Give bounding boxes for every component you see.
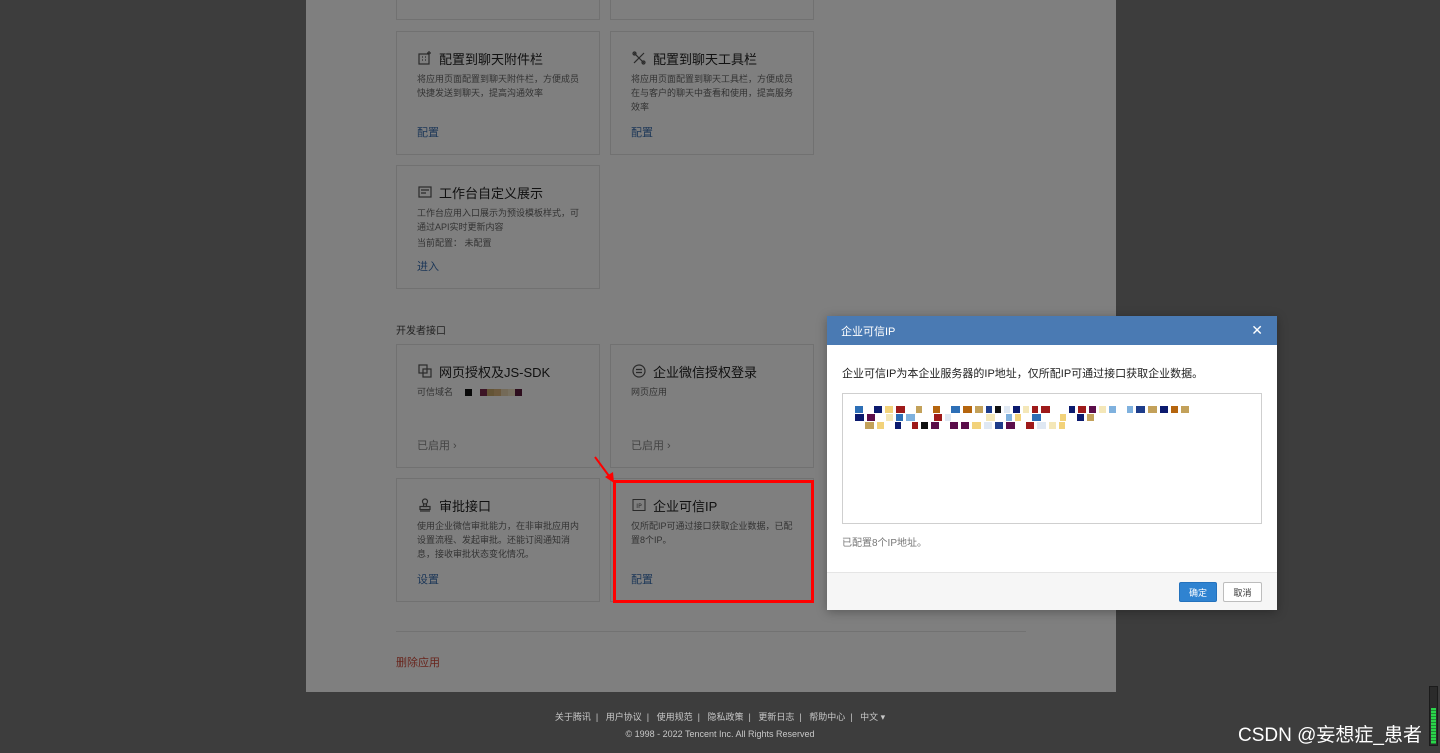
redaction-block — [877, 422, 884, 429]
redaction-block — [921, 422, 928, 429]
footer-link[interactable]: 使用规范 — [657, 712, 693, 722]
redaction-block — [1006, 414, 1012, 421]
redaction-block — [867, 414, 875, 421]
redaction-block — [995, 422, 1003, 429]
redaction-block — [1060, 414, 1066, 421]
redaction-block — [951, 406, 960, 413]
redaction-block — [1099, 406, 1106, 413]
redaction-block — [963, 406, 972, 413]
redaction-block — [1041, 406, 1050, 413]
confirm-button[interactable]: 确定 — [1179, 582, 1217, 602]
redaction-block — [865, 422, 874, 429]
redaction-block — [934, 414, 942, 421]
ip-count: 已配置8个IP地址。 — [842, 538, 928, 549]
redaction-block — [950, 422, 958, 429]
redaction-block — [1026, 422, 1034, 429]
redaction-block — [1059, 422, 1065, 429]
redaction-block — [1015, 414, 1021, 421]
redaction-block — [1069, 406, 1075, 413]
redaction-block — [986, 406, 992, 413]
redaction-block — [1037, 422, 1046, 429]
redaction-block — [1013, 406, 1020, 413]
redaction-block — [1023, 406, 1029, 413]
redaction-block — [1109, 406, 1116, 413]
redaction-block — [855, 406, 863, 413]
redaction-block — [1136, 406, 1145, 413]
footer-link[interactable]: 帮助中心 — [809, 712, 845, 722]
redaction-block — [995, 406, 1001, 413]
redaction-block — [896, 414, 903, 421]
redaction-block — [1160, 406, 1168, 413]
redaction-block — [933, 406, 940, 413]
redaction-block — [1087, 414, 1094, 421]
close-icon[interactable]: ✕ — [1251, 322, 1263, 339]
redaction-block — [1032, 414, 1041, 421]
redaction-block — [1077, 414, 1084, 421]
redaction-block — [931, 422, 939, 429]
scroll-indicator[interactable] — [1429, 686, 1438, 746]
footer-link[interactable]: 更新日志 — [758, 712, 794, 722]
redaction-block — [874, 406, 882, 413]
footer-link[interactable]: 隐私政策 — [707, 712, 743, 722]
page-footer: 关于腾讯 | 用户协议 | 使用规范 | 隐私政策 | 更新日志 | 帮助中心 | 中文 ▾… — [0, 710, 1440, 739]
redaction-block — [916, 406, 922, 413]
trusted-ip-dialog: 企业可信IP ✕ 企业可信IP为本企业服务器的IP地址，仅所配IP可通过接口获取… — [827, 316, 1277, 610]
redaction-block — [975, 406, 983, 413]
dialog-title: 企业可信IP — [841, 325, 896, 338]
dialog-header: 企业可信IP ✕ — [827, 316, 1277, 345]
footer-link[interactable]: 关于腾讯 — [555, 712, 591, 722]
dialog-body: 企业可信IP为本企业服务器的IP地址，仅所配IP可通过接口获取企业数据。 已配置… — [827, 345, 1277, 549]
redaction-block — [1049, 422, 1056, 429]
redaction-block — [886, 414, 893, 421]
redaction-block — [906, 414, 915, 421]
redaction-block — [984, 422, 992, 429]
dialog-footer: 确定 取消 — [827, 572, 1277, 610]
redaction-block — [972, 422, 981, 429]
redaction-block — [895, 422, 901, 429]
redaction-block — [1089, 406, 1096, 413]
redaction-block — [1127, 406, 1133, 413]
redaction-block — [885, 406, 893, 413]
ip-list-textarea[interactable] — [842, 393, 1262, 524]
red-arrow-icon — [594, 456, 614, 483]
redaction-block — [1032, 406, 1038, 413]
redaction-block — [855, 414, 864, 421]
redaction-block — [1181, 406, 1189, 413]
dialog-description: 企业可信IP为本企业服务器的IP地址，仅所配IP可通过接口获取企业数据。 — [842, 368, 1204, 380]
footer-links: 关于腾讯 | 用户协议 | 使用规范 | 隐私政策 | 更新日志 | 帮助中心 | 中文 ▾ — [554, 712, 886, 722]
redaction-block — [896, 406, 905, 413]
redaction-block — [1078, 406, 1086, 413]
watermark: CSDN @妄想症_患者 — [1238, 725, 1422, 746]
cancel-button[interactable]: 取消 — [1223, 582, 1262, 602]
highlight-box — [613, 480, 814, 603]
footer-link[interactable]: 用户协议 — [606, 712, 642, 722]
language-select[interactable]: 中文 ▾ — [860, 712, 885, 722]
redaction-block — [912, 422, 918, 429]
redaction-block — [945, 414, 951, 421]
redaction-block — [1171, 406, 1178, 413]
redaction-block — [986, 414, 995, 421]
redaction-block — [1006, 422, 1015, 429]
copyright: © 1998 - 2022 Tencent Inc. All Rights Re… — [625, 729, 815, 739]
redaction-block — [1004, 406, 1010, 413]
redaction-block — [1148, 406, 1157, 413]
redaction-block — [961, 422, 969, 429]
